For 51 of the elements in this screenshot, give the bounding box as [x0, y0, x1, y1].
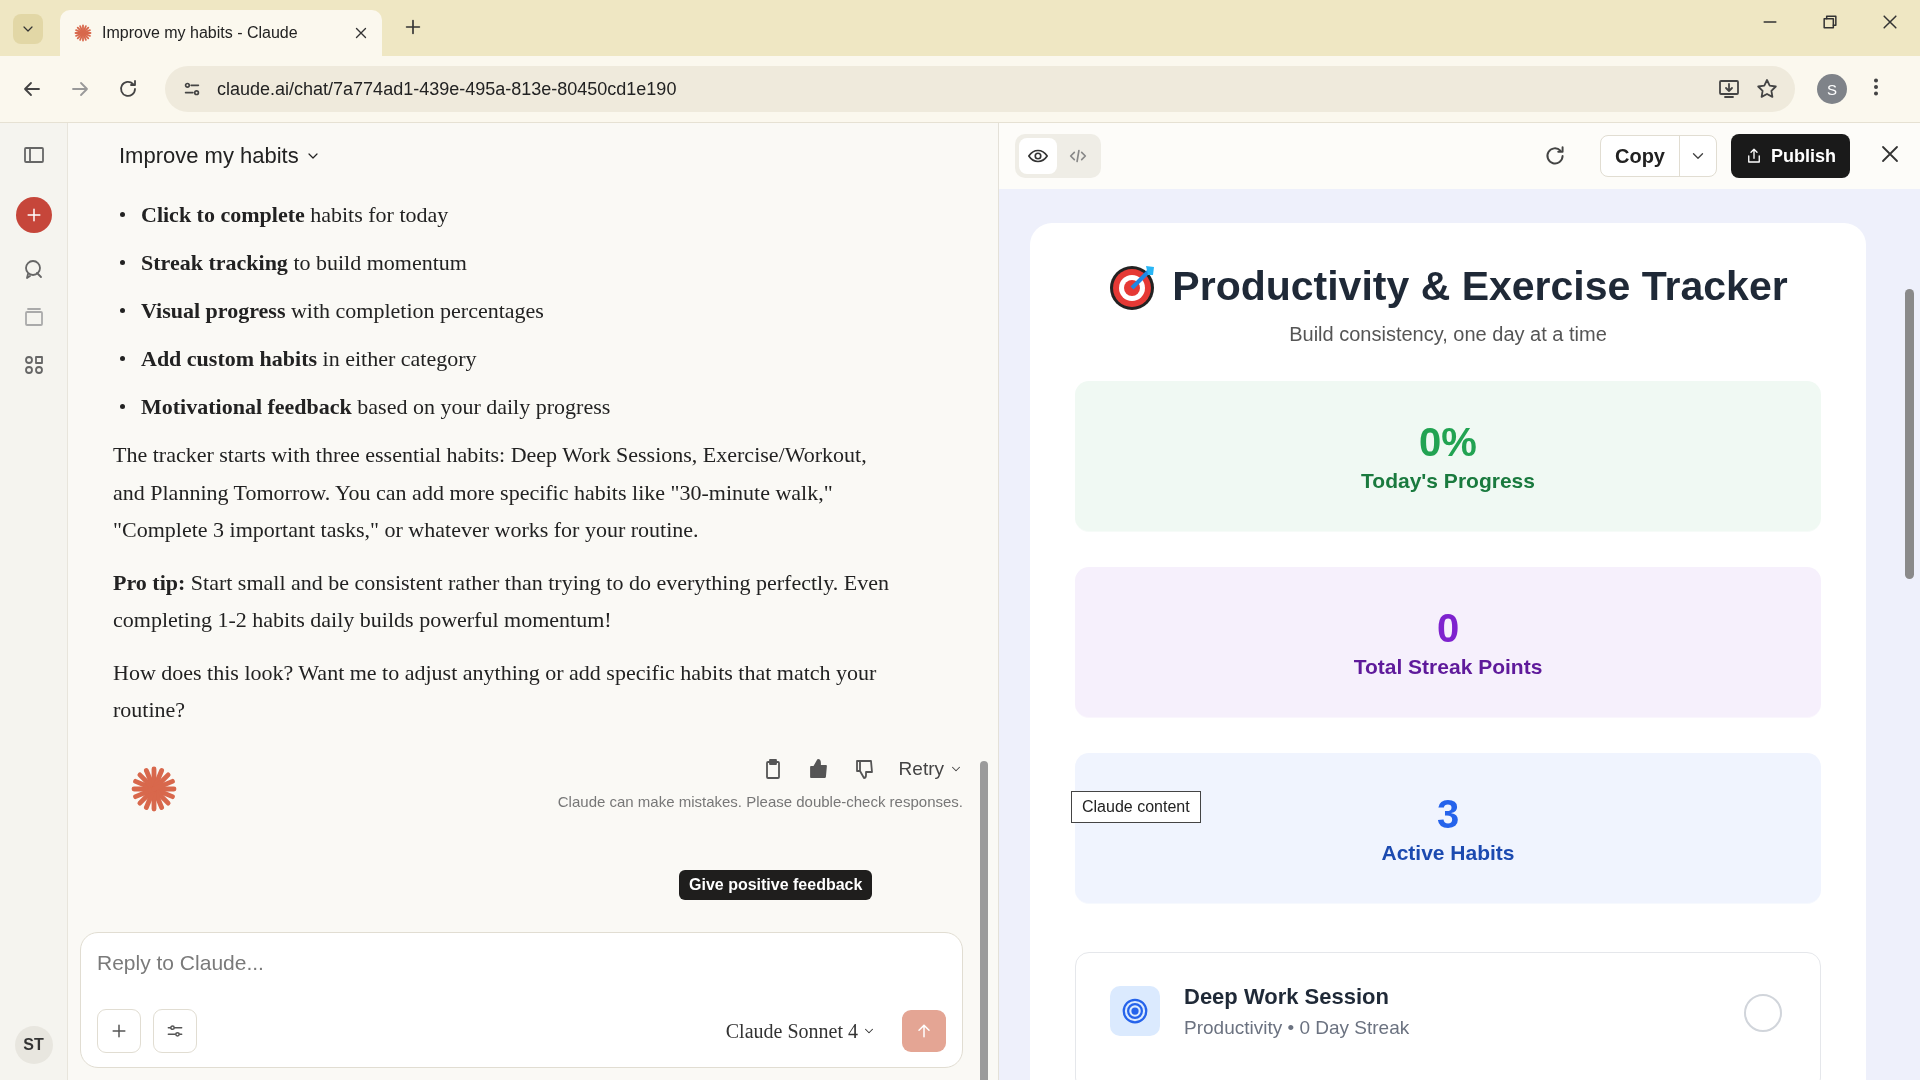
message-paragraph: The tracker starts with three essential habits: Deep Work Sessions, Exercise/Workout, and Planning Tomorrow. You can add more specific habits like "30-minute walk," "Complete 3 important tasks," or whatever works for your routine.: [113, 441, 868, 544]
chat-title-menu[interactable]: Improve my habits: [119, 143, 321, 169]
address-bar[interactable]: claude.ai/chat/7a774ad1-439e-495a-813e-80450cd1e190: [165, 66, 1795, 112]
bullet-item: Motivational feedback based on your daily progress: [141, 393, 611, 421]
publish-button[interactable]: Publish: [1731, 134, 1850, 178]
stat-label: Total Streak Points: [1353, 654, 1543, 679]
tracker-subtitle: Build consistency, one day at a time: [1288, 323, 1608, 346]
share-icon: [1745, 147, 1763, 165]
new-chat-button[interactable]: [15, 197, 52, 233]
asterisk-logo-icon: [130, 764, 178, 813]
habit-checkbox[interactable]: [1744, 994, 1782, 1032]
target-icon: [1110, 986, 1160, 1036]
install-icon[interactable]: [1717, 77, 1741, 101]
scrollbar-thumb[interactable]: [1905, 289, 1914, 579]
tab-title: Improve my habits - Claude: [102, 24, 299, 42]
reply-field[interactable]: Reply to Claude... Claude Sonnet 4: [80, 932, 963, 1068]
retry-button[interactable]: Retry: [898, 757, 963, 780]
stat-value: 0: [1436, 605, 1460, 651]
bullet-item: Streak tracking to build momentum: [141, 249, 467, 277]
message-paragraph: Pro tip: Start small and be consistent rather than trying to do everything perfectly. Even completing 1-2 habits daily builds powerful momentum!: [113, 568, 890, 634]
habit-card[interactable]: Deep Work Session Productivity • 0 Day Streak: [1075, 952, 1821, 1080]
user-avatar[interactable]: ST: [14, 1026, 53, 1064]
message-paragraph: How does this look? Want me to adjust anything or add specific habits that match your routine?: [113, 658, 878, 724]
habit-meta: Productivity • 0 Day Streak: [1184, 1017, 1410, 1039]
bullet-icon: [120, 356, 125, 361]
habit-name: Deep Work Session: [1184, 984, 1390, 1010]
bullet-icon: [120, 308, 125, 313]
bullet-item: Click to complete habits for today: [141, 201, 449, 229]
bookmark-star-icon[interactable]: [1755, 77, 1779, 101]
bullet-icon: [120, 404, 125, 409]
bullet-item: Add custom habits in either category: [141, 345, 477, 373]
tooltip: Claude content: [1071, 791, 1201, 823]
bullet-icon: [120, 212, 125, 217]
preview-icon-tab[interactable]: [1019, 138, 1057, 174]
restore-icon[interactable]: [1820, 12, 1840, 32]
bullet-item: Visual progress with completion percentages: [141, 297, 544, 325]
profile-avatar[interactable]: S: [1817, 74, 1847, 104]
model-selector[interactable]: Claude Sonnet 4: [725, 1019, 876, 1043]
bullet-icon: [120, 260, 125, 265]
tooltip: Give positive feedback: [679, 870, 873, 900]
disclaimer-text: Claude can make mistakes. Please double-check responses.: [557, 792, 963, 810]
stat-label: Active Habits: [1381, 840, 1515, 865]
add-button[interactable]: [97, 1009, 141, 1053]
browser-tab[interactable]: Improve my habits - Claude: [60, 10, 382, 56]
tracker-title: Productivity & Exercise Tracker: [1172, 262, 1788, 310]
stat-value: 3: [1436, 791, 1460, 837]
url-text: claude.ai/chat/7a774ad1-439e-495a-813e-80450cd1e190: [217, 78, 678, 100]
tools-button[interactable]: [153, 1009, 197, 1053]
asterisk-logo-icon: [74, 24, 92, 42]
stat-label: Today's Progress: [1361, 468, 1535, 493]
stat-value: 0%: [1419, 419, 1477, 465]
